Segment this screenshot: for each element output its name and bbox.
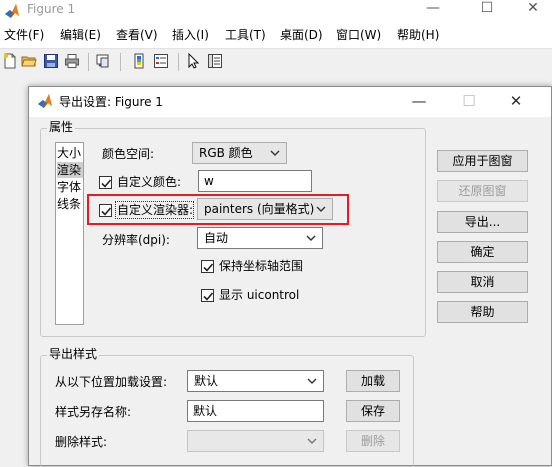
dialog-close-icon[interactable]: ✕ <box>496 91 536 113</box>
toolbar-separator <box>178 53 179 71</box>
color-space-value: RGB 颜色 <box>199 146 253 160</box>
dialog-titlebar: 导出设置: Figure 1 — ☐ ✕ <box>29 87 551 117</box>
menu-bar: 文件(F) 编辑(E) 查看(V) 插入(I) 工具(T) 桌面(D) 窗口(W… <box>0 22 552 55</box>
dialog-title: 导出设置: Figure 1 <box>59 95 163 109</box>
toolbar-separator <box>120 53 121 71</box>
menu-insert[interactable]: 插入(I) <box>172 27 209 43</box>
chevron-down-icon <box>270 150 280 156</box>
highlight-box <box>87 194 349 225</box>
color-space-label: 颜色空间: <box>102 147 155 161</box>
chevron-down-icon <box>306 235 316 241</box>
properties-group: 属性 大小 渲染 字体 线条 颜色空间: RGB 颜色 自定义颜色: w 自定义… <box>40 120 426 337</box>
menu-view[interactable]: 查看(V) <box>116 27 158 43</box>
edit-plot-cursor-icon[interactable] <box>185 53 201 69</box>
save-icon[interactable] <box>43 53 59 69</box>
properties-category-list[interactable]: 大小 渲染 字体 线条 <box>55 142 84 325</box>
dialog-minimize-icon[interactable]: — <box>399 91 439 113</box>
cancel-button[interactable]: 取消 <box>437 271 528 293</box>
list-item-lines[interactable]: 线条 <box>57 196 83 212</box>
export-settings-dialog: 导出设置: Figure 1 — ☐ ✕ 属性 大小 渲染 字体 线条 颜色空间… <box>28 86 552 467</box>
property-inspector-icon[interactable] <box>207 53 223 69</box>
resolution-dropdown[interactable]: 自动 <box>197 227 323 249</box>
custom-color-label: 自定义颜色: <box>117 175 182 189</box>
export-styles-group: 导出样式 从以下位置加载设置: 默认 加载 样式另存名称: 默认 保存 删除样式… <box>40 347 414 467</box>
restore-figure-button: 还原图窗 <box>437 180 528 202</box>
color-space-dropdown[interactable]: RGB 颜色 <box>192 142 287 164</box>
keep-axes-limits-label: 保持坐标轴范围 <box>219 259 304 273</box>
new-file-icon[interactable] <box>2 53 18 69</box>
maximize-icon[interactable]: ☐ <box>464 0 510 22</box>
close-icon[interactable]: ✕ <box>510 0 552 22</box>
chevron-down-icon <box>307 438 317 444</box>
delete-style-button: 删除 <box>346 430 400 452</box>
menu-help[interactable]: 帮助(H) <box>397 27 439 43</box>
save-style-label: 样式另存名称: <box>55 405 132 419</box>
apply-to-figure-button[interactable]: 应用于图窗 <box>437 150 528 172</box>
menu-edit[interactable]: 编辑(E) <box>60 27 101 43</box>
show-uicontrol-label: 显示 uicontrol <box>219 288 300 302</box>
checkmark-icon <box>203 263 214 272</box>
custom-color-checkbox[interactable] <box>99 176 112 189</box>
keep-axes-limits-checkbox[interactable] <box>201 260 214 273</box>
checkmark-icon <box>101 179 112 188</box>
figure-toolbar <box>0 48 552 75</box>
export-button[interactable]: 导出... <box>437 211 528 233</box>
dialog-maximize-icon: ☐ <box>462 92 476 110</box>
delete-style-dropdown <box>187 430 324 452</box>
save-style-button[interactable]: 保存 <box>346 400 400 422</box>
delete-style-label: 删除样式: <box>55 435 108 449</box>
save-style-name-input[interactable]: 默认 <box>187 400 324 422</box>
matlab-logo-icon <box>5 4 19 18</box>
help-button[interactable]: 帮助 <box>437 301 528 323</box>
menu-desktop[interactable]: 桌面(D) <box>280 27 323 43</box>
load-settings-label: 从以下位置加载设置: <box>55 375 168 389</box>
menu-tools[interactable]: 工具(T) <box>225 27 266 43</box>
figure-titlebar: Figure 1 — ☐ ✕ <box>0 0 552 22</box>
resolution-label: 分辨率(dpi): <box>102 233 170 247</box>
link-plot-icon[interactable] <box>95 53 111 69</box>
minimize-icon[interactable]: — <box>410 0 456 22</box>
open-folder-icon[interactable] <box>21 53 37 69</box>
menu-window[interactable]: 窗口(W) <box>336 27 381 43</box>
menu-file[interactable]: 文件(F) <box>4 27 44 43</box>
load-settings-value: 默认 <box>194 374 219 388</box>
ok-button[interactable]: 确定 <box>437 241 528 263</box>
load-settings-dropdown[interactable]: 默认 <box>187 370 324 392</box>
custom-color-input[interactable]: w <box>198 170 312 192</box>
insert-colorbar-icon[interactable] <box>131 53 147 69</box>
figure-title: Figure 1 <box>27 2 76 16</box>
list-item-rendering[interactable]: 渲染 <box>57 162 83 178</box>
export-styles-group-label: 导出样式 <box>47 347 100 362</box>
load-button[interactable]: 加载 <box>346 370 400 392</box>
matlab-logo-icon <box>38 94 52 108</box>
toolbar-separator <box>88 53 89 71</box>
list-item-fonts[interactable]: 字体 <box>57 179 83 195</box>
insert-legend-icon[interactable] <box>153 53 169 69</box>
properties-group-label: 属性 <box>47 120 76 135</box>
resolution-value: 自动 <box>204 231 229 245</box>
checkmark-icon <box>203 292 214 301</box>
show-uicontrol-checkbox[interactable] <box>201 289 214 302</box>
chevron-down-icon <box>307 378 317 384</box>
print-icon[interactable] <box>64 53 80 69</box>
list-item-size[interactable]: 大小 <box>57 145 83 161</box>
